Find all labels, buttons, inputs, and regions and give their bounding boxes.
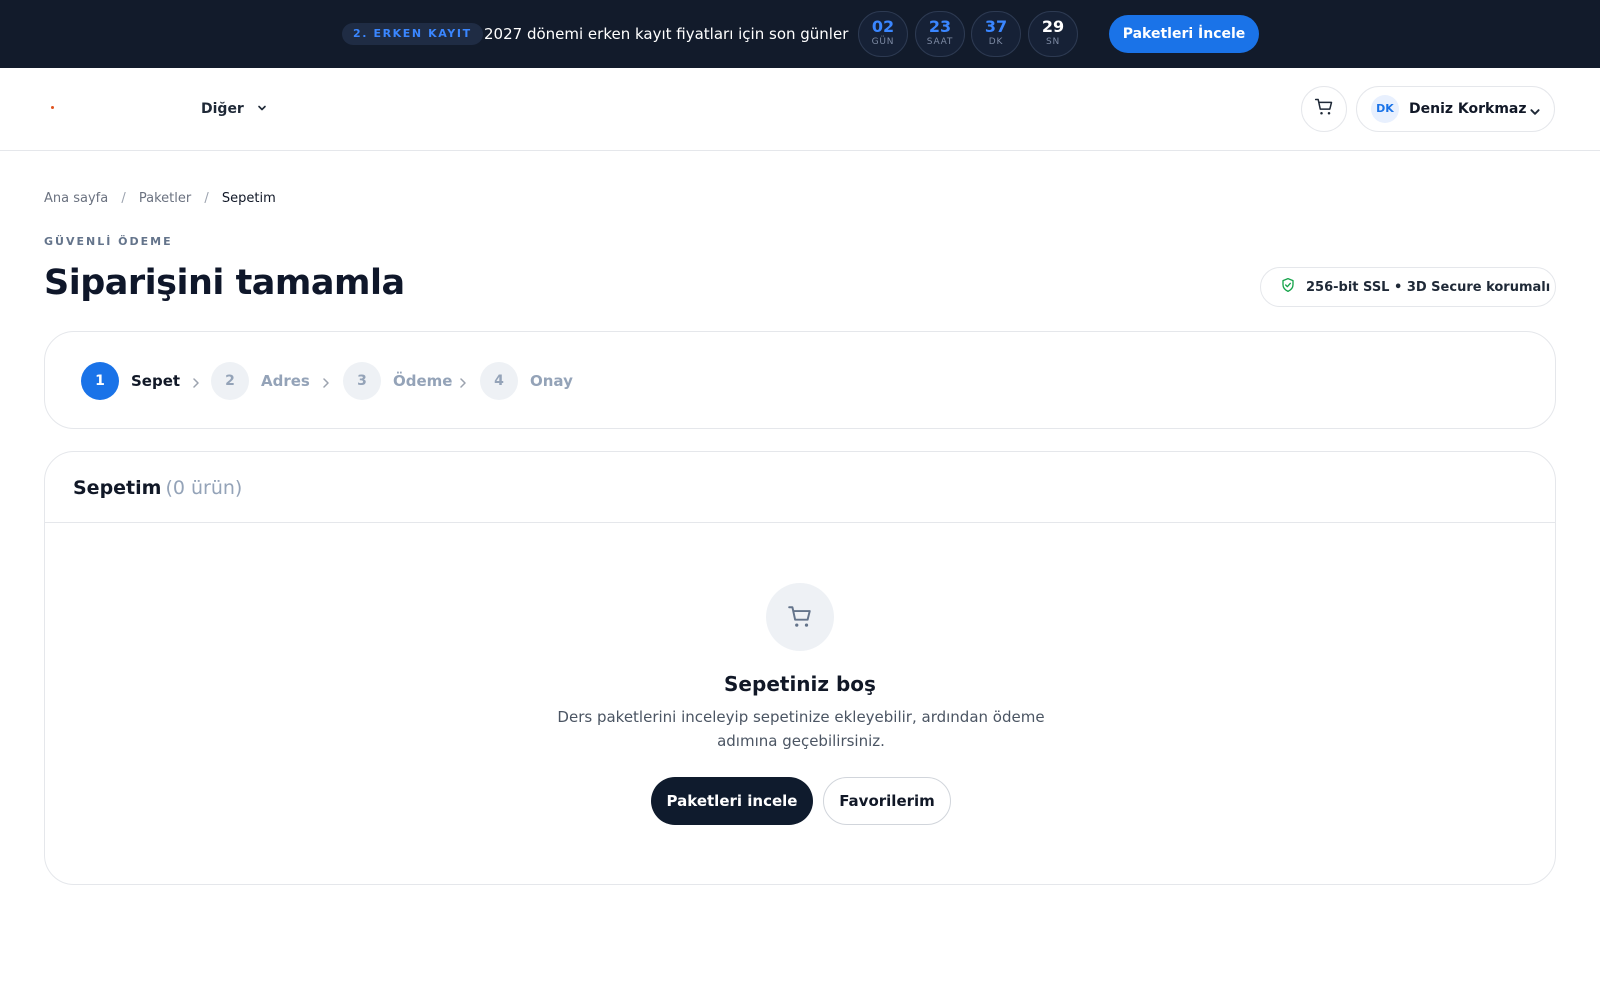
countdown-value: 29 — [1041, 17, 1065, 36]
step-confirm[interactable]: 4 Onay — [480, 362, 573, 400]
step-label: Ödeme — [393, 372, 453, 390]
security-badge-text: 256-bit SSL • 3D Secure korumalı — [1306, 279, 1551, 295]
breadcrumb-separator: / — [204, 191, 209, 206]
site-header: Diğer DK Deniz Korkmaz — [0, 68, 1600, 151]
step-number: 4 — [480, 362, 518, 400]
step-label: Sepet — [131, 372, 181, 390]
countdown-value: 23 — [928, 17, 952, 36]
breadcrumb-home[interactable]: Ana sayfa — [44, 191, 108, 206]
promo-cta-button[interactable]: Paketleri İncele — [1109, 15, 1259, 53]
empty-cart-description: Ders paketlerini inceleyip sepetinize ek… — [557, 708, 1045, 750]
countdown-seconds: 29 SN — [1028, 11, 1078, 57]
countdown-unit: GÜN — [871, 37, 895, 47]
user-menu-button[interactable]: DK Deniz Korkmaz — [1356, 86, 1555, 132]
countdown-unit: SN — [1045, 37, 1061, 47]
step-number: 1 — [81, 362, 119, 400]
checkout-steps: 1 Sepet 2 Adres 3 Ödeme 4 Onay — [44, 331, 1556, 429]
step-label: Onay — [530, 372, 573, 390]
step-payment[interactable]: 3 Ödeme — [343, 362, 452, 400]
step-number: 3 — [343, 362, 381, 400]
step-address[interactable]: 2 Adres — [211, 362, 310, 400]
cart-icon — [1314, 97, 1334, 121]
countdown-value: 02 — [871, 17, 895, 36]
chevron-right-icon — [191, 374, 201, 393]
empty-cart-title: Sepetiniz boş — [724, 672, 876, 696]
chevron-right-icon — [321, 374, 331, 393]
cart-count: (0 ürün) — [165, 477, 243, 499]
breadcrumb-separator: / — [121, 191, 126, 206]
countdown-days: 02 GÜN — [858, 11, 908, 57]
breadcrumb: Ana sayfa / Paketler / Sepetim — [44, 189, 276, 209]
avatar: DK — [1371, 95, 1399, 123]
countdown-unit: DK — [988, 37, 1004, 47]
favorites-button[interactable]: Favorilerim — [823, 777, 951, 825]
breadcrumb-current: Sepetim — [221, 191, 276, 206]
browse-packages-button[interactable]: Paketleri incele — [651, 777, 813, 825]
promo-bar: 2. ERKEN KAYIT 2027 dönemi erken kayıt f… — [0, 0, 1600, 68]
promo-badge: 2. ERKEN KAYIT — [342, 23, 483, 45]
nav-more-label: Diğer — [201, 101, 244, 117]
nav-more-dropdown[interactable]: Diğer — [201, 98, 267, 120]
page-title: Siparişini tamamla — [44, 263, 405, 303]
countdown-hours: 23 SAAT — [915, 11, 965, 57]
countdown-minutes: 37 DK — [971, 11, 1021, 57]
step-number: 2 — [211, 362, 249, 400]
breadcrumb-packages[interactable]: Paketler — [139, 191, 191, 206]
chevron-down-icon — [257, 98, 267, 120]
cart-title: Sepetim (0 ürün) — [73, 476, 242, 500]
empty-cart-icon — [766, 583, 834, 651]
chevron-down-icon — [1529, 103, 1541, 122]
promo-text: 2027 dönemi erken kayıt fiyatları için s… — [484, 25, 849, 43]
chevron-right-icon — [458, 374, 468, 393]
step-cart[interactable]: 1 Sepet — [81, 362, 180, 400]
cart-button[interactable] — [1301, 86, 1347, 132]
cart-card: Sepetim (0 ürün) Sepetiniz boş Ders paket… — [44, 451, 1556, 885]
step-label: Adres — [261, 372, 310, 390]
security-badge: 256-bit SSL • 3D Secure korumalı — [1260, 267, 1556, 307]
cart-title-text: Sepetim — [73, 477, 162, 499]
countdown-unit: SAAT — [926, 37, 954, 47]
user-name: Deniz Korkmaz — [1409, 101, 1527, 117]
logo[interactable] — [51, 106, 54, 109]
countdown-value: 37 — [984, 17, 1008, 36]
page-eyebrow: GÜVENLİ ÖDEME — [44, 235, 173, 248]
cart-header: Sepetim (0 ürün) — [45, 452, 1555, 523]
shield-check-icon — [1280, 277, 1296, 297]
